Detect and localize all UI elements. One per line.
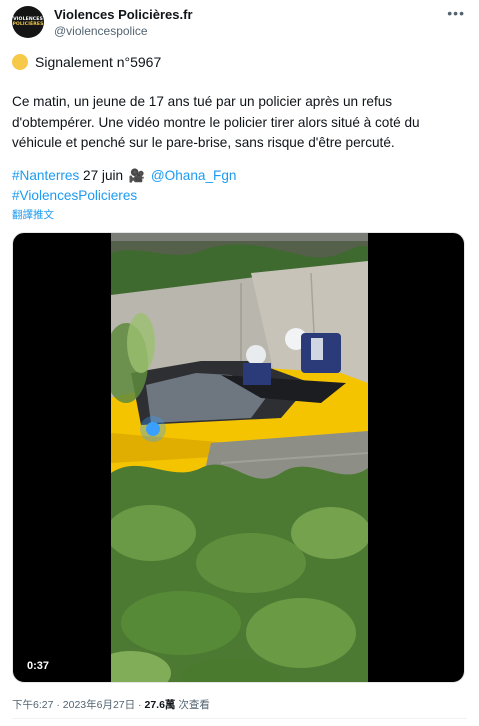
tweet-tags-line-2: #ViolencesPolicieres [12,186,137,206]
mention-link[interactable]: @Ohana_Fgn [151,168,237,183]
report-label: Signalement n°5967 [35,54,162,70]
views-count: 27.6萬 [144,699,176,711]
hashtag-violencespolicieres[interactable]: #ViolencesPolicieres [12,188,137,203]
date-text: 27 juin [79,168,127,183]
report-line: Signalement n°5967 [12,52,161,72]
user-handle[interactable]: @violencespolice [54,24,148,38]
display-name[interactable]: Violences Policières.fr [54,7,193,22]
tweet-header: VIOLENCES POLICIÈRES Violences Policière… [12,6,467,42]
avatar[interactable]: VIOLENCES POLICIÈRES [12,6,44,38]
video-duration-badge: 0:37 [21,658,56,674]
tweet-tags-line: #Nanterres 27 juin 🎥 @Ohana_Fgn [12,166,236,186]
tweet-footer: 下午6:27 · 2023年6月27日 · 27.6萬 次查看 [12,697,210,712]
video-scene [111,233,368,682]
hashtag-nanterres[interactable]: #Nanterres [12,168,79,183]
more-icon[interactable]: ••• [447,6,465,20]
tweet-timestamp[interactable]: 下午6:27 · 2023年6月27日 · [12,699,144,711]
tweet-body: Ce matin, un jeune de 17 ans tué par un … [12,94,420,150]
yellow-circle-icon [12,54,28,70]
camera-icon: 🎥 [128,168,146,183]
avatar-text-line2: POLICIÈRES [12,22,44,27]
translate-link[interactable]: 翻譯推文 [12,207,54,222]
video-frame[interactable] [111,233,368,682]
video-player[interactable]: 0:37 [12,232,465,683]
footer-divider [12,718,467,719]
views-label: 次查看 [175,699,210,711]
